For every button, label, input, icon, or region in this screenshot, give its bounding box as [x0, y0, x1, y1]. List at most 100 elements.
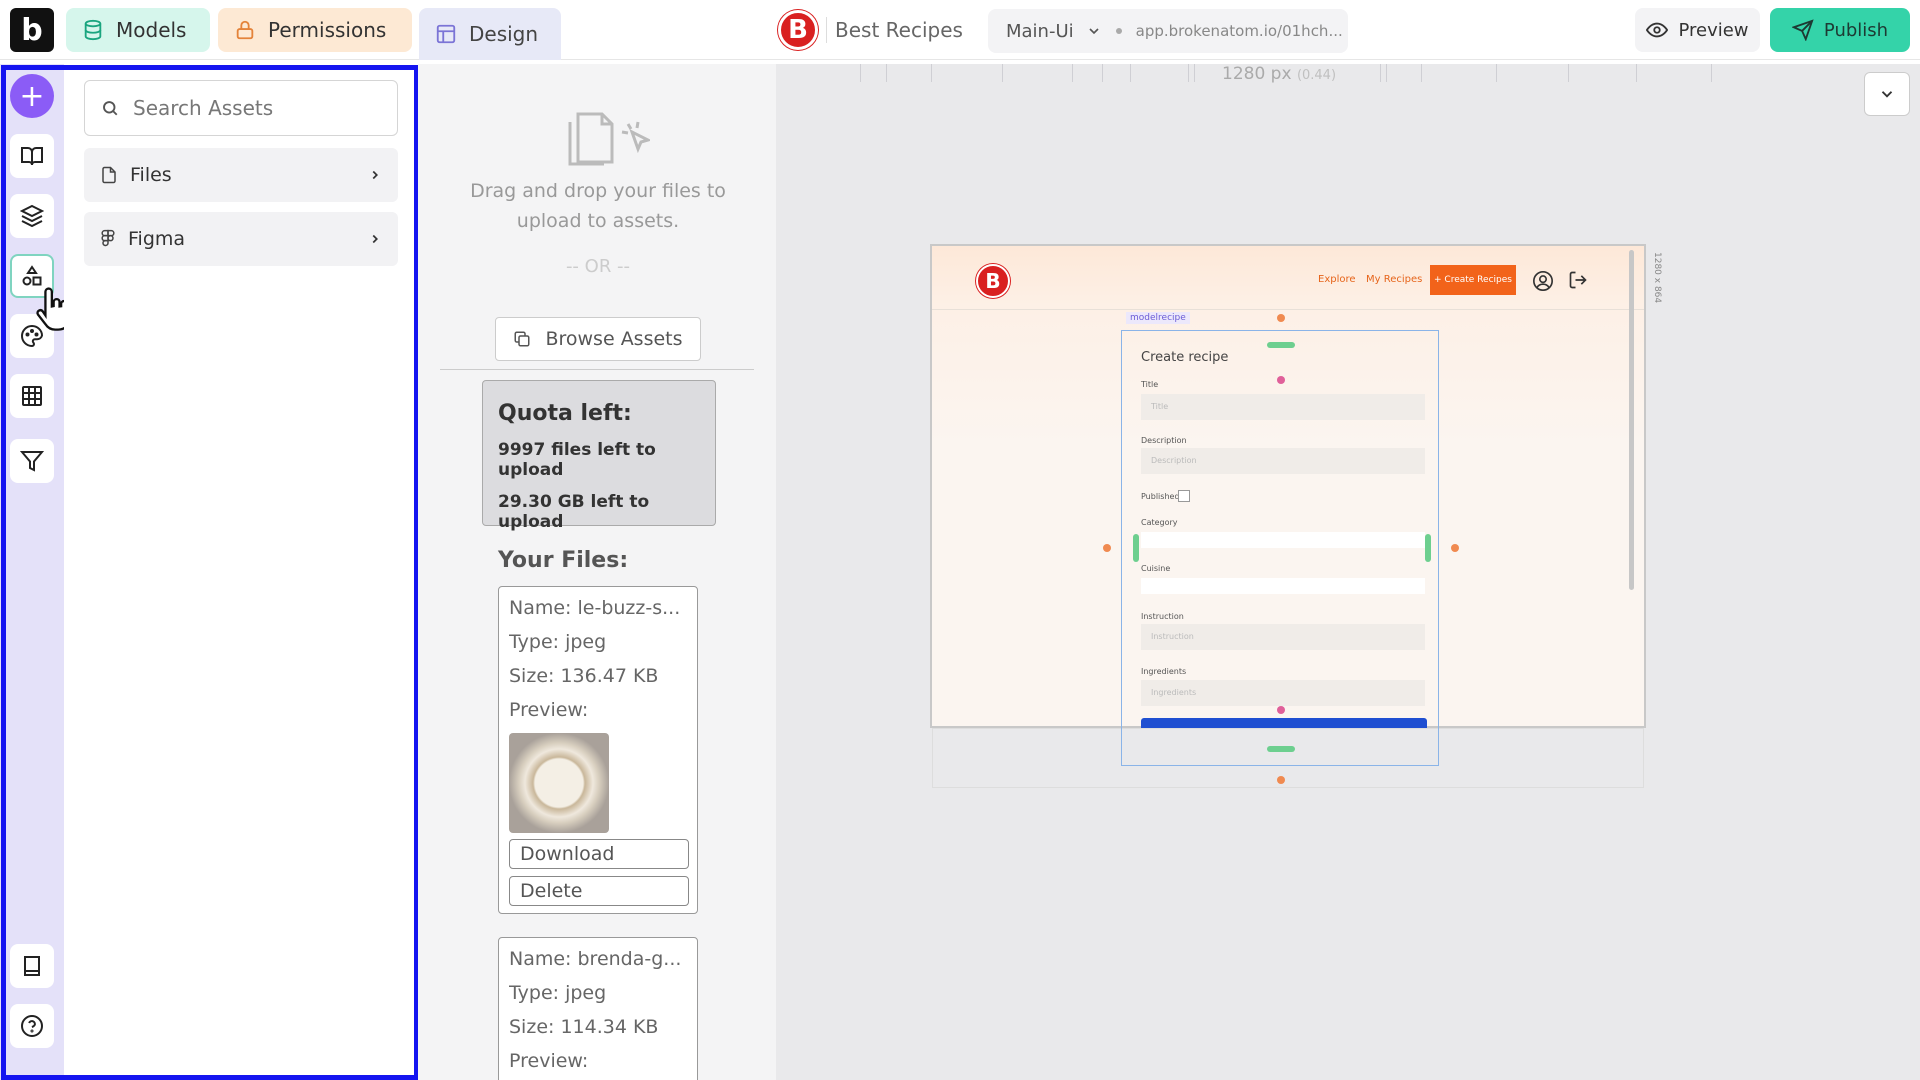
- file-card: Name: le-buzz-s... Type: jpeg Size: 136.…: [498, 586, 698, 914]
- assets-item-label: Files: [130, 164, 172, 186]
- tab-models-label: Models: [116, 18, 187, 42]
- upload-panel: Drag and drop your files to upload to as…: [418, 64, 776, 1080]
- search-icon: [103, 101, 118, 116]
- delete-button[interactable]: Delete: [509, 876, 689, 906]
- file-type: Type: jpeg: [509, 982, 607, 1004]
- app-logo[interactable]: b: [10, 8, 54, 52]
- browse-assets-label: Browse Assets: [545, 328, 683, 350]
- project-name: Best Recipes: [835, 18, 963, 42]
- environment-selector[interactable]: Main-Ui app.brokenatom.io/01hch...: [988, 9, 1348, 53]
- gap-handle-top[interactable]: [1277, 376, 1285, 384]
- figma-icon: [101, 229, 115, 247]
- logout-icon[interactable]: [1568, 270, 1588, 290]
- field-label-instruction: Instruction: [1141, 612, 1184, 621]
- file-size: Size: 136.47 KB: [509, 665, 659, 687]
- create-recipes-button[interactable]: + Create Recipes: [1430, 265, 1516, 295]
- file-card: Name: brenda-g... Type: jpeg Size: 114.3…: [498, 937, 698, 1080]
- form-submit-button[interactable]: [1141, 718, 1427, 728]
- category-select[interactable]: [1141, 532, 1425, 548]
- rail-filter-button[interactable]: [10, 439, 54, 483]
- plus-icon: +: [19, 78, 45, 114]
- rail-pages-button[interactable]: [10, 134, 54, 178]
- margin-handle-left[interactable]: [1103, 544, 1111, 552]
- search-box[interactable]: [84, 80, 398, 136]
- assets-item-files[interactable]: Files: [84, 148, 398, 202]
- book-icon: [24, 956, 40, 976]
- rail-data-button[interactable]: [10, 374, 54, 418]
- margin-handle-top[interactable]: [1277, 314, 1285, 322]
- divider: [440, 369, 754, 370]
- chevron-right-icon: [372, 170, 378, 180]
- field-input-title[interactable]: Title: [1141, 394, 1425, 420]
- lock-icon: [236, 20, 254, 40]
- file-size: Size: 114.34 KB: [509, 1016, 659, 1038]
- eye-icon: [1646, 22, 1669, 38]
- collapse-panel-button[interactable]: [1864, 72, 1910, 116]
- rail-layers-button[interactable]: [10, 194, 54, 238]
- cuisine-select[interactable]: [1141, 578, 1425, 594]
- project-brand: B Best Recipes: [778, 10, 963, 50]
- your-files-heading: Your Files:: [498, 548, 629, 573]
- padding-handle-top[interactable]: [1267, 342, 1295, 348]
- publish-button[interactable]: Publish: [1770, 8, 1910, 52]
- brand-separator: [826, 17, 827, 43]
- assets-item-label: Figma: [128, 228, 186, 250]
- ruler-width-label: 1280 px (0.44): [1222, 64, 1337, 84]
- app-url[interactable]: app.brokenatom.io/01hch...: [1136, 22, 1343, 40]
- table-icon: [22, 386, 42, 406]
- padding-handle-left[interactable]: [1133, 534, 1139, 562]
- publish-label: Publish: [1823, 19, 1889, 41]
- tab-permissions[interactable]: Permissions: [218, 8, 412, 52]
- tab-design[interactable]: Design: [419, 8, 561, 60]
- rail-help-button[interactable]: [10, 1004, 54, 1048]
- padding-handle-bottom[interactable]: [1267, 746, 1295, 752]
- download-button[interactable]: Download: [509, 839, 689, 869]
- field-input-instruction[interactable]: Instruction: [1141, 624, 1425, 650]
- design-canvas[interactable]: 1280 px (0.44) B Explore My Recipes + Cr…: [776, 64, 1920, 1080]
- assets-panel: Files Figma: [64, 64, 418, 1080]
- left-rail: +: [0, 64, 64, 1080]
- top-bar: b Models Permissions Design B Best Recip…: [0, 0, 1920, 60]
- search-input[interactable]: [131, 95, 371, 121]
- help-icon: [21, 1015, 43, 1037]
- field-input-ingredients[interactable]: Ingredients: [1141, 680, 1425, 706]
- preview-logo: B: [976, 264, 1010, 298]
- copy-icon: [514, 331, 530, 347]
- horizontal-ruler: 1280 px (0.44): [776, 64, 1920, 88]
- add-element-button[interactable]: +: [10, 74, 54, 118]
- gap-handle-bottom[interactable]: [1277, 706, 1285, 714]
- form-title: Create recipe: [1141, 350, 1229, 365]
- chevron-down-icon: [1089, 28, 1099, 35]
- file-name: Name: brenda-g...: [509, 948, 682, 970]
- file-type: Type: jpeg: [509, 631, 607, 653]
- field-input-description[interactable]: Description: [1141, 448, 1425, 474]
- database-icon: [84, 19, 102, 41]
- browse-assets-button[interactable]: Browse Assets: [495, 317, 701, 361]
- padding-handle-right[interactable]: [1425, 534, 1431, 562]
- layout-icon: [436, 24, 456, 44]
- tab-models[interactable]: Models: [66, 8, 210, 52]
- environment-name: Main-Ui: [1006, 20, 1074, 42]
- field-label-title: Title: [1141, 380, 1159, 389]
- margin-handle-bottom[interactable]: [1277, 776, 1285, 784]
- quota-title: Quota left:: [498, 401, 632, 426]
- user-icon[interactable]: [1532, 270, 1554, 292]
- file-icon: [102, 166, 116, 184]
- book-open-icon: [21, 147, 43, 166]
- published-checkbox[interactable]: [1178, 490, 1190, 502]
- margin-handle-right[interactable]: [1451, 544, 1459, 552]
- send-icon: [1791, 19, 1814, 41]
- tab-design-label: Design: [469, 22, 539, 46]
- preview-label: Preview: [1678, 19, 1749, 41]
- drop-instructions: Drag and drop your files to upload to as…: [470, 180, 726, 232]
- frame-scrollbar[interactable]: [1629, 250, 1634, 590]
- nav-link-my-recipes[interactable]: My Recipes: [1366, 274, 1422, 285]
- preview-navbar: B Explore My Recipes + Create Recipes: [932, 246, 1644, 310]
- component-tag[interactable]: modelrecipe: [1126, 312, 1190, 324]
- preview-button[interactable]: Preview: [1635, 8, 1760, 52]
- upload-files-icon: [568, 112, 650, 166]
- nav-link-explore[interactable]: Explore: [1318, 274, 1356, 285]
- frame-size-label: 1280 x 864: [1652, 252, 1662, 304]
- assets-item-figma[interactable]: Figma: [84, 212, 398, 266]
- rail-docs-button[interactable]: [10, 944, 54, 988]
